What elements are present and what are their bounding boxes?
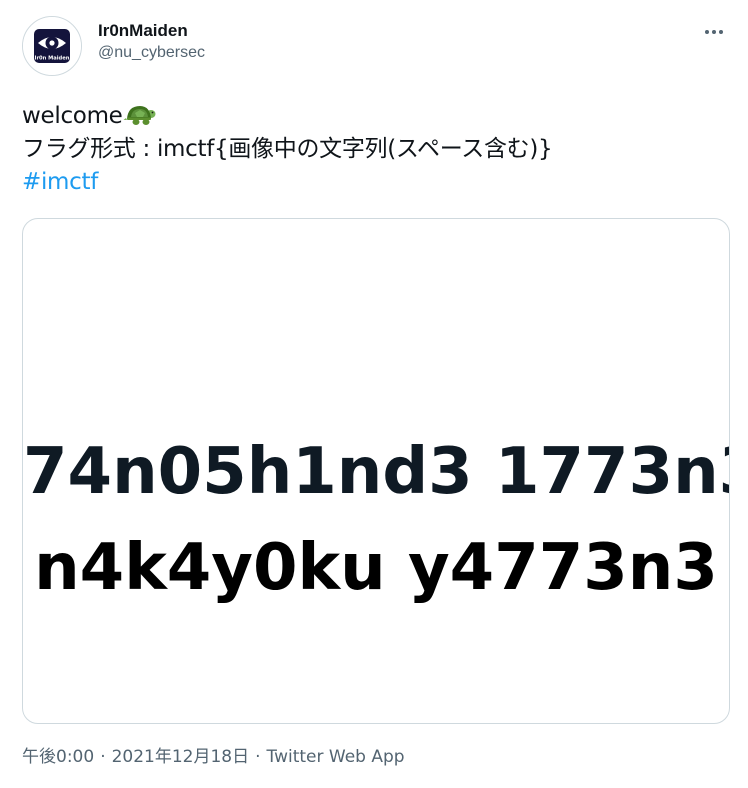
author-handle[interactable]: @nu_cybersec (98, 42, 205, 64)
eye-logo-icon: Ir0n Maiden (23, 17, 81, 75)
welcome-text: welcome (22, 103, 123, 129)
media-text-line-1: 74n05h1nd3 1773n3 (23, 435, 730, 509)
hashtag-link[interactable]: #imctf (22, 169, 98, 195)
footer-separator: · (255, 747, 261, 767)
more-options-button[interactable] (700, 20, 728, 44)
turtle-emoji-icon (123, 106, 156, 125)
tweet-line-1: welcome (22, 100, 732, 133)
avatar[interactable]: Ir0n Maiden (22, 16, 82, 76)
more-dot (712, 30, 716, 34)
media-text-line-2: n4k4y0ku y4773n3 (34, 531, 718, 605)
avatar-caption: Ir0n Maiden (35, 56, 70, 62)
tweet-date[interactable]: 2021年12月18日 (112, 747, 250, 767)
footer-separator: · (100, 747, 106, 767)
tweet-text: welcome フラグ形式 : imctf{画像中の文字列(スペース含む)} #… (22, 100, 732, 199)
tweet-footer: 午後0:00 · 2021年12月18日 · Twitter Web App (22, 745, 405, 769)
author-identity: Ir0nMaiden @nu_cybersec (98, 20, 205, 64)
tweet-source[interactable]: Twitter Web App (267, 747, 405, 767)
tweet-card: Ir0n Maiden Ir0nMaiden @nu_cybersec welc… (0, 0, 748, 788)
tweet-line-3: #imctf (22, 166, 732, 199)
tweet-line-2: フラグ形式 : imctf{画像中の文字列(スペース含む)} (22, 136, 553, 162)
tweet-time[interactable]: 午後0:00 (22, 747, 94, 767)
more-horizontal-icon (705, 30, 709, 34)
more-dot (719, 30, 723, 34)
author-display-name[interactable]: Ir0nMaiden (98, 20, 205, 42)
tweet-header: Ir0n Maiden Ir0nMaiden @nu_cybersec (22, 14, 732, 78)
tweet-media-image[interactable]: 74n05h1nd3 1773n3 n4k4y0ku y4773n3 (22, 218, 730, 724)
